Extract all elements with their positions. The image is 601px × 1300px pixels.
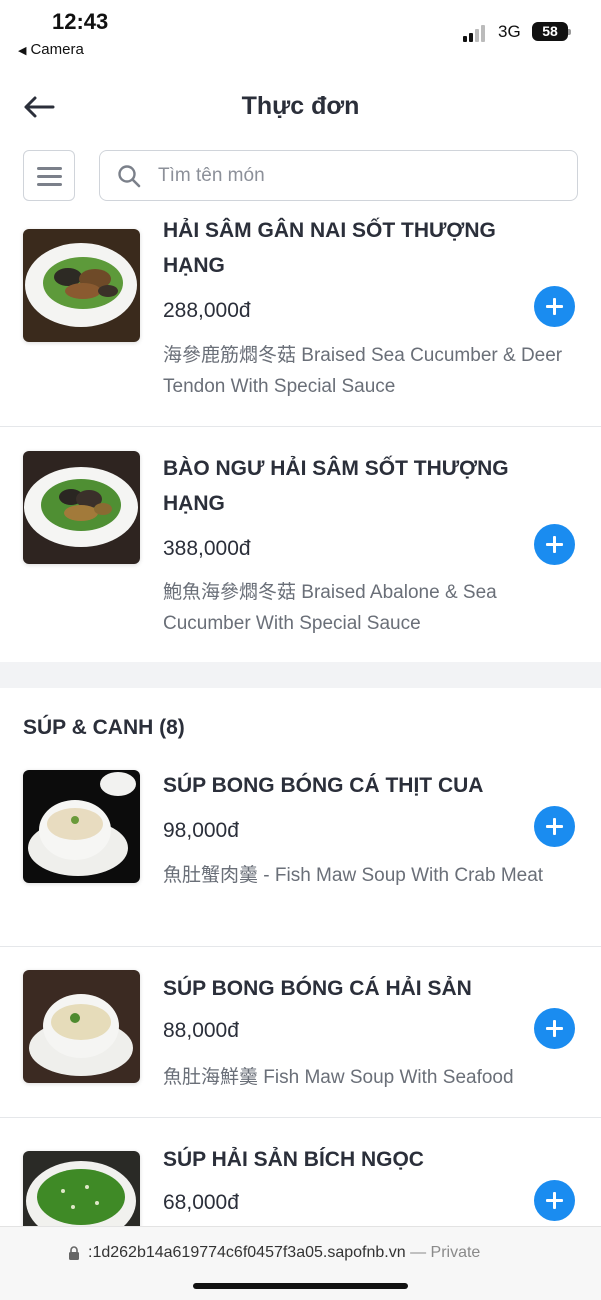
item-name: SÚP HẢI SẢN BÍCH NGỌC — [163, 1148, 424, 1171]
signal-icon — [463, 24, 491, 42]
menu-item[interactable]: HẢI SÂM GÂN NAI SỐT THƯỢNG HẠNG 288,000đ… — [0, 213, 601, 426]
back-triangle-icon: ◀ — [18, 45, 27, 57]
item-description: 鮑魚海參燜冬菇 Braised Abalone & Sea Cucumber W… — [163, 582, 497, 634]
battery-level: 58 — [542, 23, 558, 39]
item-price: 68,000đ — [163, 1191, 239, 1214]
menu-item[interactable]: BÀO NGƯ HẢI SÂM SỐT THƯỢNG HẠNG 388,000đ… — [0, 427, 601, 662]
add-to-cart-button[interactable] — [534, 806, 575, 847]
battery-icon: 58 — [532, 22, 571, 41]
section-title: SÚP & CANH (8) — [23, 716, 185, 739]
dish-image — [23, 451, 140, 564]
dish-image — [23, 229, 140, 342]
page-title: Thực đơn — [241, 92, 360, 120]
network-type: 3G — [498, 22, 521, 41]
browser-url-bar[interactable]: :1d262b14a619774c6f0457f3a05.sapofnb.vn … — [0, 1226, 601, 1300]
back-to-app-link[interactable]: ◀ Camera — [18, 41, 84, 58]
url-text[interactable]: :1d262b14a619774c6f0457f3a05.sapofnb.vn … — [88, 1244, 480, 1262]
section-separator — [0, 662, 601, 688]
item-price: 388,000đ — [163, 537, 251, 560]
search-icon — [118, 165, 141, 188]
item-name: SÚP BONG BÓNG CÁ HẢI SẢN — [163, 977, 472, 1000]
item-name: BÀO NGƯ HẢI SÂM SỐT THƯỢNG HẠNG — [163, 457, 509, 515]
status-bar: 12:43 ◀ Camera 3G 58 — [0, 0, 601, 70]
menu-item[interactable]: SÚP BONG BÓNG CÁ THỊT CUA 98,000đ 魚肚蟹肉羹 … — [0, 752, 601, 946]
hamburger-icon — [37, 167, 62, 170]
add-to-cart-button[interactable] — [534, 1008, 575, 1049]
item-description: 海參鹿筋燜冬菇 Braised Sea Cucumber & Deer Tend… — [163, 345, 563, 397]
item-price: 98,000đ — [163, 819, 239, 842]
url-private-label: — Private — [410, 1244, 481, 1261]
url-domain: :1d262b14a619774c6f0457f3a05.sapofnb.vn — [88, 1244, 406, 1261]
lock-icon — [69, 1246, 79, 1260]
dish-image — [23, 970, 140, 1083]
search-box[interactable] — [99, 150, 578, 201]
menu-item[interactable]: SÚP HẢI SẢN BÍCH NGỌC 68,000đ — [0, 1118, 601, 1226]
category-menu-button[interactable] — [23, 150, 75, 201]
menu-item[interactable]: SÚP BONG BÓNG CÁ HẢI SẢN 88,000đ 魚肚海鮮羹 F… — [0, 947, 601, 1117]
item-price: 288,000đ — [163, 299, 251, 322]
item-name: HẢI SÂM GÂN NAI SỐT THƯỢNG HẠNG — [163, 219, 496, 277]
back-app-label: Camera — [30, 41, 84, 58]
item-name: SÚP BONG BÓNG CÁ THỊT CUA — [163, 774, 484, 797]
dish-image — [23, 1151, 140, 1226]
add-to-cart-button[interactable] — [534, 286, 575, 327]
header: Thực đơn — [0, 80, 601, 136]
add-to-cart-button[interactable] — [534, 524, 575, 565]
item-description: 魚肚海鮮羹 Fish Maw Soup With Seafood — [163, 1067, 514, 1088]
add-to-cart-button[interactable] — [534, 1180, 575, 1221]
status-time: 12:43 — [52, 9, 109, 34]
home-indicator[interactable] — [193, 1283, 408, 1289]
dish-image — [23, 770, 140, 883]
item-price: 88,000đ — [163, 1019, 239, 1042]
item-description: 魚肚蟹肉羹 - Fish Maw Soup With Crab Meat — [163, 865, 544, 886]
search-input[interactable] — [158, 163, 558, 189]
